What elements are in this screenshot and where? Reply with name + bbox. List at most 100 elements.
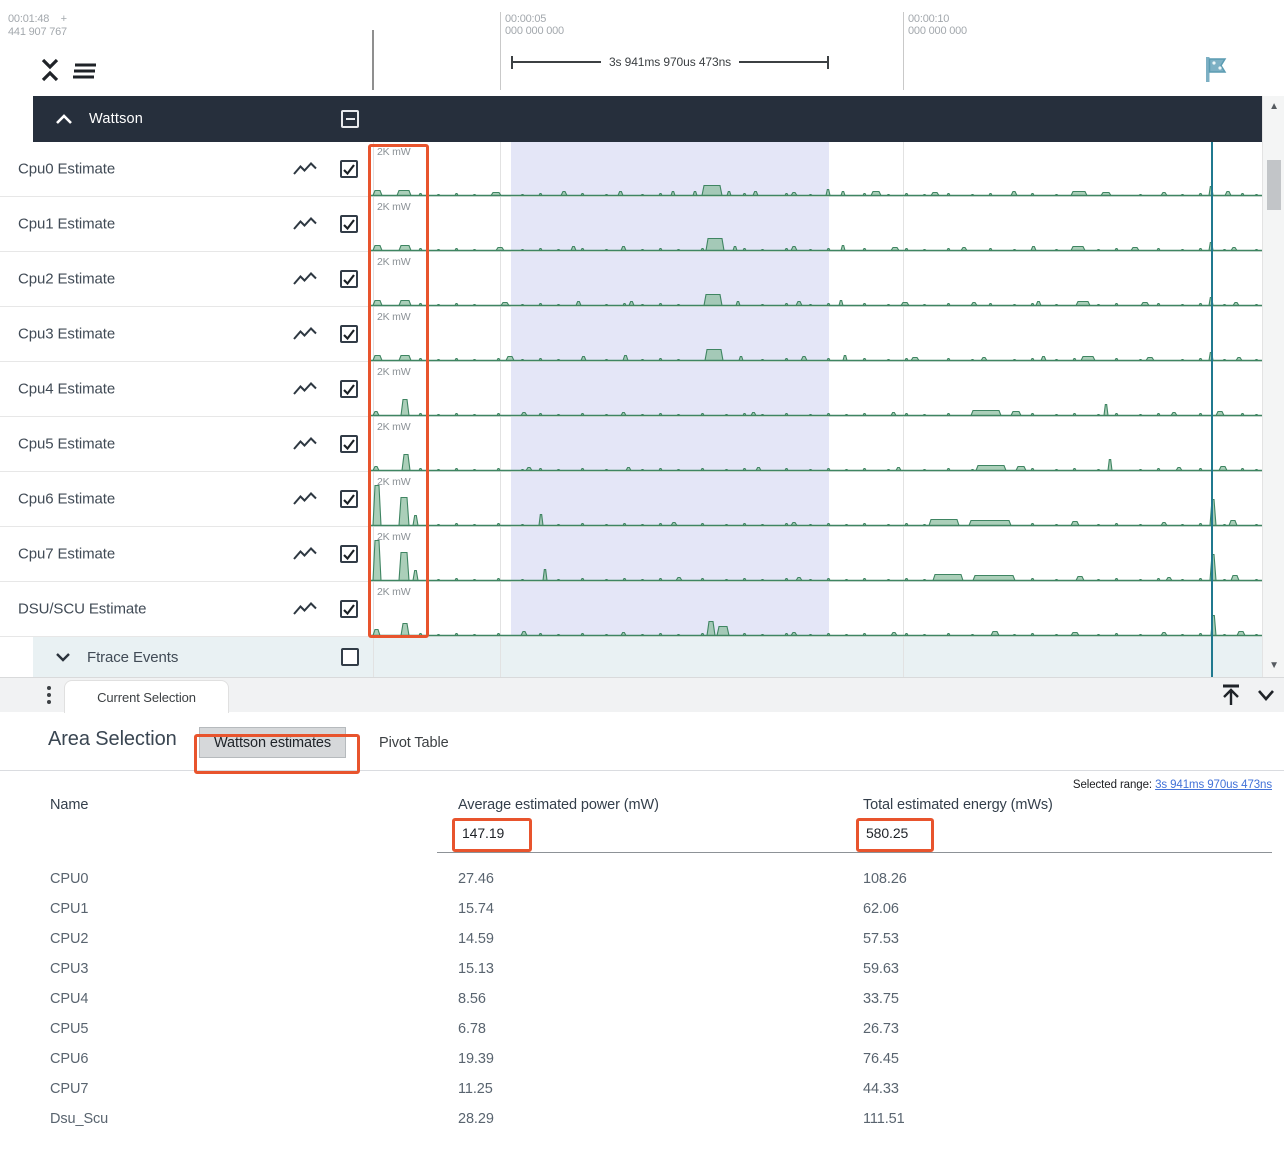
totals-underline xyxy=(437,852,1272,853)
counter-waveform xyxy=(371,142,1262,197)
track-row[interactable]: Cpu3 Estimate2K mW xyxy=(0,307,1262,362)
scrollbar-thumb[interactable] xyxy=(1267,160,1281,210)
track-checkbox-checked[interactable] xyxy=(340,490,358,508)
track-plot[interactable]: 2K mW xyxy=(371,527,1262,582)
track-row[interactable]: Cpu4 Estimate2K mW xyxy=(0,362,1262,417)
track-checkbox-checked[interactable] xyxy=(340,600,358,618)
track-group-header-wattson[interactable]: Wattson xyxy=(33,96,1262,142)
track-label[interactable]: Cpu2 Estimate xyxy=(0,252,371,307)
tab-pivot-table[interactable]: Pivot Table xyxy=(379,727,449,758)
track-row[interactable]: Cpu6 Estimate2K mW xyxy=(0,472,1262,527)
check-icon xyxy=(342,437,356,451)
selected-range-link[interactable]: 3s 941ms 970us 473ns xyxy=(1155,779,1272,791)
sparkline-icon[interactable] xyxy=(293,436,317,452)
track-plot[interactable]: 2K mW xyxy=(371,472,1262,527)
track-plot[interactable]: 2K mW xyxy=(371,142,1262,197)
divider xyxy=(0,770,1284,771)
track-row[interactable]: Cpu7 Estimate 2K mW xyxy=(0,527,1262,582)
ruler-tick-time: 00:00:05 xyxy=(505,13,546,25)
scroll-down-arrow-icon[interactable]: ▼ xyxy=(1263,661,1284,671)
column-header-avg: Average estimated power (mW) xyxy=(458,797,659,813)
sparkline-icon[interactable] xyxy=(293,601,317,617)
column-header-total: Total estimated energy (mWs) xyxy=(863,797,1053,813)
chevron-down-icon[interactable] xyxy=(1256,683,1276,707)
track-label[interactable]: Cpu0 Estimate xyxy=(0,142,371,197)
group-checkbox-unchecked[interactable] xyxy=(341,648,359,666)
group-checkbox-indeterminate[interactable] xyxy=(341,110,359,128)
scroll-up-arrow-icon[interactable]: ▲ xyxy=(1263,102,1284,112)
track-label[interactable]: Cpu1 Estimate xyxy=(0,197,371,252)
ruler-origin-offset: 441 907 767 xyxy=(8,26,67,38)
selected-range: Selected range: 3s 941ms 970us 473ns xyxy=(1073,779,1272,791)
cell-energy: 44.33 xyxy=(863,1081,899,1097)
cell-avg-power: 11.25 xyxy=(458,1081,493,1097)
table-row[interactable]: CPU619.3976.45 xyxy=(0,1044,1284,1074)
track-row[interactable]: Cpu1 Estimate2K mW xyxy=(0,197,1262,252)
track-checkbox-checked[interactable] xyxy=(340,435,358,453)
vertical-scrollbar[interactable]: ▲ ▼ xyxy=(1262,96,1284,677)
track-plot[interactable]: 2K mW xyxy=(371,417,1262,472)
track-label[interactable]: Cpu3 Estimate xyxy=(0,307,371,362)
ruler-tick-sub: 000 000 000 xyxy=(908,25,967,37)
track-plot[interactable]: 2K mW xyxy=(371,362,1262,417)
track-checkbox-checked[interactable] xyxy=(340,325,358,343)
track-checkbox-checked[interactable] xyxy=(340,160,358,178)
sparkline-icon[interactable] xyxy=(293,381,317,397)
check-icon xyxy=(342,547,356,561)
counter-waveform xyxy=(371,472,1262,527)
cell-energy: 111.51 xyxy=(863,1111,905,1127)
cell-avg-power: 14.59 xyxy=(458,931,494,947)
sparkline-icon[interactable] xyxy=(293,161,317,177)
track-row[interactable]: Cpu5 Estimate 2K mW xyxy=(0,417,1262,472)
track-plot[interactable]: 2K mW xyxy=(371,252,1262,307)
table-row[interactable]: CPU027.46108.26 xyxy=(0,864,1284,894)
details-panel: Area Selection Wattson estimates Pivot T… xyxy=(0,712,1284,1162)
track-label[interactable]: Cpu7 Estimate xyxy=(0,527,371,582)
track-row[interactable]: Cpu0 Estimate2K mW xyxy=(0,142,1262,197)
track-checkbox-checked[interactable] xyxy=(340,545,358,563)
ruler-tick-sub: 000 000 000 xyxy=(505,25,564,37)
cell-name: CPU6 xyxy=(50,1051,88,1067)
total-energy: 580.25 xyxy=(866,825,908,841)
track-label[interactable]: Cpu4 Estimate xyxy=(0,362,371,417)
sparkline-icon[interactable] xyxy=(293,326,317,342)
tab-wattson-estimates[interactable]: Wattson estimates xyxy=(199,727,346,758)
track-plot[interactable]: 2K mW xyxy=(371,197,1262,252)
table-row[interactable]: CPU115.7462.06 xyxy=(0,894,1284,924)
sparkline-icon[interactable] xyxy=(293,216,317,232)
table-row[interactable]: CPU711.2544.33 xyxy=(0,1074,1284,1104)
cell-energy: 62.06 xyxy=(863,901,899,917)
sparkline-icon[interactable] xyxy=(293,271,317,287)
track-plot[interactable]: 2K mW xyxy=(371,582,1262,637)
column-header-name: Name xyxy=(50,797,88,813)
kebab-menu-icon[interactable] xyxy=(44,686,54,707)
table-row[interactable]: CPU315.1359.63 xyxy=(0,954,1284,984)
track-row[interactable]: DSU/SCU Estimate2K mW xyxy=(0,582,1262,637)
sparkline-icon[interactable] xyxy=(293,546,317,562)
track-label[interactable]: Cpu6 Estimate xyxy=(0,472,371,527)
expand-panel-up-icon[interactable] xyxy=(1220,683,1242,707)
track-label[interactable]: Cpu5 Estimate xyxy=(0,417,371,472)
flag-icon[interactable] xyxy=(1203,55,1229,83)
tab-current-selection[interactable]: Current Selection xyxy=(64,680,229,713)
sparkline-icon[interactable] xyxy=(293,491,317,507)
track-row[interactable]: Cpu2 Estimate2K mW xyxy=(0,252,1262,307)
table-row[interactable]: Dsu_Scu28.29111.51 xyxy=(0,1104,1284,1134)
track-filter-menu-icon[interactable] xyxy=(72,62,98,80)
chevron-up-icon xyxy=(55,114,73,125)
track-checkbox-checked[interactable] xyxy=(340,215,358,233)
estimates-table: CPU027.46108.26CPU115.7462.06CPU214.5957… xyxy=(0,864,1284,1134)
table-row[interactable]: CPU56.7826.73 xyxy=(0,1014,1284,1044)
timeline-ruler[interactable]: 00:01:48 + 441 907 767 00:00:05 000 000 … xyxy=(0,0,1284,96)
cell-avg-power: 19.39 xyxy=(458,1051,494,1067)
track-label[interactable]: DSU/SCU Estimate xyxy=(0,582,371,637)
track-name: Cpu5 Estimate xyxy=(18,436,115,453)
track-plot[interactable]: 2K mW xyxy=(371,307,1262,362)
track-checkbox-checked[interactable] xyxy=(340,380,358,398)
table-row[interactable]: CPU214.5957.53 xyxy=(0,924,1284,954)
track-checkbox-checked[interactable] xyxy=(340,270,358,288)
track-name: Cpu7 Estimate xyxy=(18,546,115,563)
cell-avg-power: 27.46 xyxy=(458,871,494,887)
table-row[interactable]: CPU48.5633.75 xyxy=(0,984,1284,1014)
collapse-tracks-icon[interactable] xyxy=(40,57,60,83)
